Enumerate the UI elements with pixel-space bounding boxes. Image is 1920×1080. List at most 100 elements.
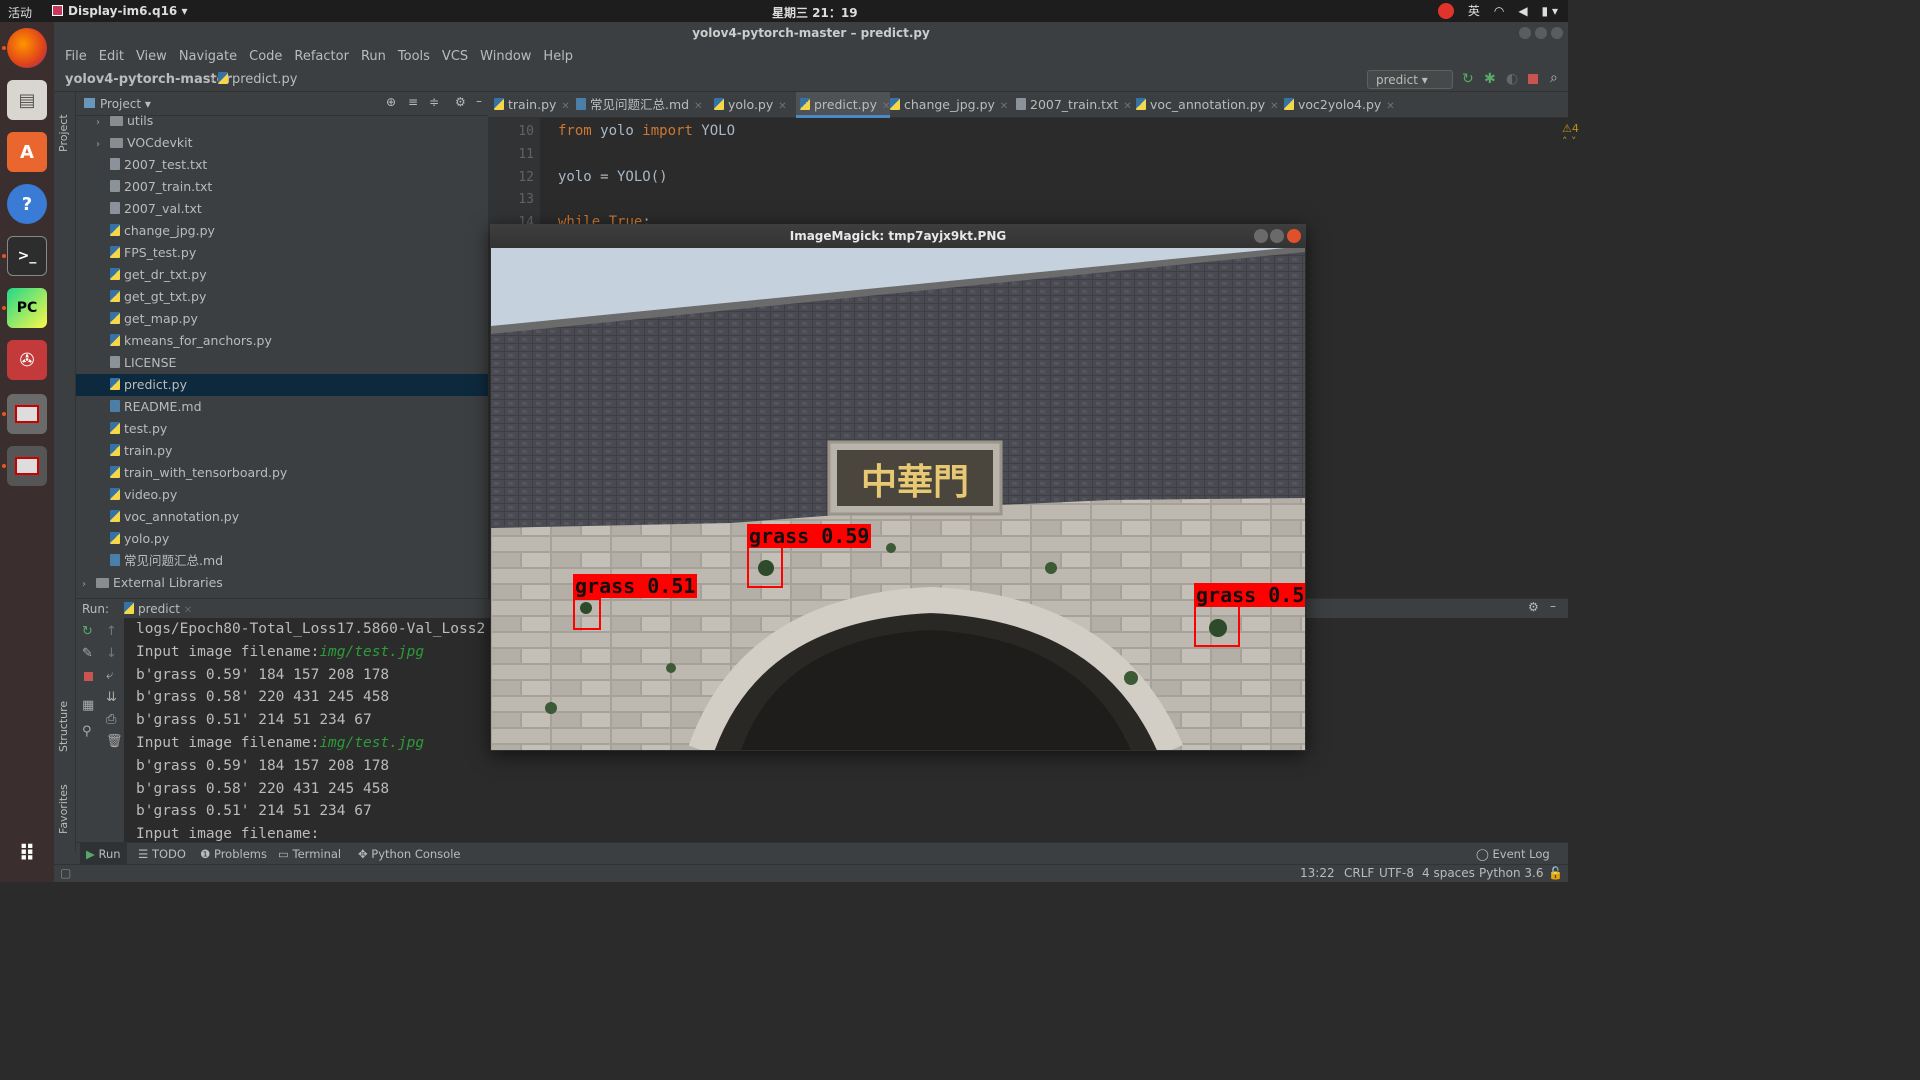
caret-position[interactable]: 13:22 bbox=[1300, 866, 1335, 880]
structure-tool-tab[interactable]: Structure bbox=[57, 701, 70, 752]
menu-tools[interactable]: Tools bbox=[392, 44, 436, 68]
breadcrumb-project[interactable]: yolov4-pytorch-master bbox=[65, 72, 232, 87]
tool-tab-run[interactable]: ▶ Run bbox=[80, 843, 127, 865]
im-maximize-button[interactable] bbox=[1270, 229, 1284, 243]
pycharm-icon[interactable]: PC bbox=[7, 288, 47, 328]
tree-item[interactable]: get_map.py bbox=[76, 308, 488, 330]
breadcrumb-file[interactable]: predict.py bbox=[218, 72, 298, 87]
menu-help[interactable]: Help bbox=[537, 44, 579, 68]
do-not-disturb-icon[interactable] bbox=[1437, 2, 1454, 19]
menu-vcs[interactable]: VCS bbox=[436, 44, 474, 68]
console-file-link[interactable]: img/test.jpg bbox=[319, 735, 424, 751]
line-separator[interactable]: CRLF bbox=[1344, 866, 1374, 880]
search-icon[interactable]: ⌕ bbox=[1550, 70, 1558, 86]
imagemagick-icon[interactable] bbox=[7, 394, 47, 434]
activities-button[interactable]: 活动 bbox=[8, 4, 32, 21]
menu-navigate[interactable]: Navigate bbox=[173, 44, 243, 68]
favorites-tool-tab[interactable]: Favorites bbox=[57, 784, 70, 834]
menu-run[interactable]: Run bbox=[355, 44, 392, 68]
input-method[interactable]: 英 bbox=[1468, 2, 1480, 19]
chevron-right-icon[interactable]: › bbox=[82, 574, 96, 596]
close-tab-icon[interactable]: ✕ bbox=[1123, 101, 1131, 112]
editor-tab[interactable]: yolo.py ✕ bbox=[710, 92, 787, 118]
wrench-icon[interactable]: ✎ bbox=[82, 646, 93, 661]
tree-item[interactable]: FPS_test.py bbox=[76, 242, 488, 264]
menu-refactor[interactable]: Refactor bbox=[288, 44, 355, 68]
editor-tab[interactable]: change_jpg.py ✕ bbox=[886, 92, 1008, 118]
tree-item[interactable]: change_jpg.py bbox=[76, 220, 488, 242]
battery-icon[interactable]: ▮ ▾ bbox=[1542, 4, 1558, 18]
tool-tab-problems[interactable]: ❶ Problems bbox=[194, 843, 273, 865]
tree-item[interactable]: test.py bbox=[76, 418, 488, 440]
indent-setting[interactable]: 4 spaces bbox=[1422, 866, 1475, 880]
python-interpreter[interactable]: Python 3.6 bbox=[1479, 866, 1544, 880]
tree-item[interactable]: video.py bbox=[76, 484, 488, 506]
menu-edit[interactable]: Edit bbox=[93, 44, 130, 68]
up-icon[interactable]: ↑ bbox=[106, 624, 117, 639]
firefox-icon[interactable] bbox=[7, 28, 47, 68]
editor-tab[interactable]: train.py ✕ bbox=[490, 92, 570, 118]
trash-icon[interactable]: 🗑 bbox=[106, 734, 123, 749]
expand-all-icon[interactable]: ≡ bbox=[408, 95, 418, 109]
project-panel-title[interactable]: Project ▾ bbox=[100, 97, 151, 111]
lock-icon[interactable]: 🔓 bbox=[1548, 866, 1563, 880]
close-tab-icon[interactable]: ✕ bbox=[561, 101, 569, 112]
file-encoding[interactable]: UTF-8 bbox=[1379, 866, 1414, 880]
editor-tab[interactable]: predict.py ✕ bbox=[796, 92, 891, 118]
tree-item[interactable]: yolo.py bbox=[76, 528, 488, 550]
tree-item[interactable]: 2007_train.txt bbox=[76, 176, 488, 198]
editor-tab[interactable]: voc2yolo4.py ✕ bbox=[1280, 92, 1395, 118]
tree-item[interactable]: LICENSE bbox=[76, 352, 488, 374]
run-settings-icon[interactable]: ⚙ bbox=[1528, 600, 1539, 614]
tree-item[interactable]: get_gt_txt.py bbox=[76, 286, 488, 308]
tree-item[interactable]: get_dr_txt.py bbox=[76, 264, 488, 286]
im-minimize-button[interactable] bbox=[1254, 229, 1268, 243]
volume-icon[interactable]: ◀ bbox=[1518, 4, 1527, 18]
tree-item[interactable]: › utils bbox=[76, 110, 488, 132]
close-tab-icon[interactable]: ✕ bbox=[694, 101, 702, 112]
rerun-icon[interactable]: ↻ bbox=[1462, 71, 1474, 87]
help-icon[interactable]: ? bbox=[7, 184, 47, 224]
tree-item[interactable]: kmeans_for_anchors.py bbox=[76, 330, 488, 352]
close-tab-icon[interactable]: ✕ bbox=[1386, 101, 1394, 112]
app-menu[interactable]: Display-im6.q16 ▾ bbox=[52, 4, 187, 18]
terminal-icon[interactable]: >_ bbox=[7, 236, 47, 276]
stop-icon[interactable] bbox=[1528, 74, 1538, 84]
maximize-button[interactable] bbox=[1535, 27, 1547, 39]
stop-icon[interactable] bbox=[84, 672, 93, 681]
tree-item[interactable]: 常见问题汇总.md bbox=[76, 550, 488, 572]
close-tab-icon[interactable]: ✕ bbox=[1000, 101, 1008, 112]
toggle-tool-windows-icon[interactable]: ▢ bbox=[60, 866, 71, 880]
run-config-dropdown[interactable]: predict ▾ bbox=[1367, 70, 1453, 89]
editor-tab[interactable]: voc_annotation.py ✕ bbox=[1132, 92, 1279, 118]
print-icon[interactable]: ⎙ bbox=[106, 712, 116, 727]
editor-tab[interactable]: 2007_train.txt ✕ bbox=[1012, 92, 1132, 118]
close-tab-icon[interactable]: ✕ bbox=[778, 101, 786, 112]
menu-code[interactable]: Code bbox=[243, 44, 288, 68]
run-hide-icon[interactable]: – bbox=[1550, 599, 1556, 613]
chevron-right-icon[interactable]: › bbox=[96, 134, 110, 156]
tree-item[interactable]: voc_annotation.py bbox=[76, 506, 488, 528]
hide-icon[interactable]: – bbox=[476, 94, 482, 108]
clock[interactable]: 星期三 21：19 bbox=[772, 4, 858, 21]
wifi-icon[interactable]: ◠ bbox=[1494, 4, 1504, 18]
rerun-icon[interactable]: ↻ bbox=[82, 624, 93, 639]
menu-view[interactable]: View bbox=[130, 44, 173, 68]
imagemagick-icon-2[interactable] bbox=[7, 446, 47, 486]
close-button[interactable] bbox=[1551, 27, 1563, 39]
scroll-to-end-icon[interactable]: ⇊ bbox=[106, 690, 117, 705]
menu-file[interactable]: File bbox=[59, 44, 93, 68]
menu-window[interactable]: Window bbox=[474, 44, 537, 68]
collapse-all-icon[interactable]: ≑ bbox=[429, 95, 439, 109]
locate-icon[interactable]: ⊕ bbox=[386, 95, 396, 109]
gear-icon[interactable]: ⚙ bbox=[455, 95, 466, 109]
run-tab-predict[interactable]: predict ✕ bbox=[124, 602, 192, 616]
settings-icon[interactable]: ✇ bbox=[7, 340, 47, 380]
console-file-link[interactable]: img/test.jpg bbox=[319, 644, 424, 660]
tree-item[interactable]: train.py bbox=[76, 440, 488, 462]
tree-item[interactable]: 2007_test.txt bbox=[76, 154, 488, 176]
minimize-button[interactable] bbox=[1519, 27, 1531, 39]
chevron-right-icon[interactable]: › bbox=[96, 112, 110, 134]
close-tab-icon[interactable]: ✕ bbox=[1270, 101, 1278, 112]
warning-indicator[interactable]: ⚠4 ˄ ˅ bbox=[1562, 122, 1579, 148]
